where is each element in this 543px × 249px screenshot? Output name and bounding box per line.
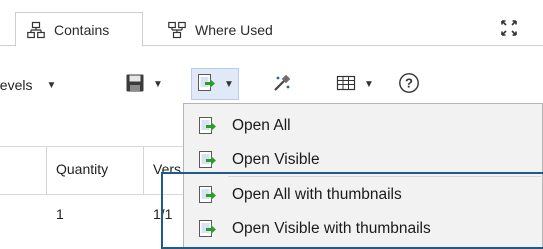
chevron-down-icon: ▼ — [364, 78, 374, 90]
open-document-icon — [196, 73, 216, 96]
menu-item-label: Open All with thumbnails — [232, 186, 402, 203]
open-document-icon — [196, 218, 218, 240]
help-icon: ? — [398, 72, 420, 97]
column-divider[interactable] — [46, 147, 47, 195]
menu-item-open-all[interactable]: Open All — [184, 109, 543, 143]
tab-contains-label: Contains — [54, 21, 110, 38]
tools-wand-icon — [272, 73, 292, 96]
tab-where-used[interactable]: Where Used — [157, 12, 327, 47]
cell-version: 1/1 — [153, 206, 173, 222]
tab-strip: Contains Where Used — [0, 0, 543, 47]
menu-separator — [228, 176, 543, 177]
open-document-icon — [196, 149, 218, 171]
chevron-down-icon: ▼ — [46, 79, 57, 91]
column-header-version[interactable]: Vers — [153, 161, 181, 177]
column-header-quantity[interactable]: Quantity — [56, 161, 108, 177]
where-used-hierarchy-icon — [167, 20, 187, 40]
table-view-icon — [336, 73, 356, 96]
levels-dropdown[interactable]: Levels ▼ — [0, 73, 56, 97]
svg-text:?: ? — [405, 75, 413, 90]
menu-item-open-visible[interactable]: Open Visible — [184, 143, 543, 177]
save-button[interactable]: ▼ — [125, 69, 163, 99]
expand-panel-icon[interactable] — [499, 18, 519, 38]
chevron-down-icon: ▼ — [224, 78, 234, 90]
tools-button[interactable] — [272, 69, 292, 99]
menu-item-open-visible-with-thumbnails[interactable]: Open Visible with thumbnails — [184, 212, 543, 246]
menu-item-label: Open Visible with thumbnails — [232, 220, 431, 237]
contains-hierarchy-icon — [26, 20, 46, 40]
open-document-icon — [196, 115, 218, 137]
tab-contains[interactable]: Contains — [15, 12, 143, 47]
menu-item-label: Open All — [232, 117, 291, 134]
levels-label: Levels — [0, 77, 33, 93]
save-icon — [125, 73, 145, 96]
chevron-down-icon: ▼ — [153, 78, 163, 90]
tab-where-used-label: Where Used — [195, 21, 273, 38]
open-dropdown-menu: Open All Open Visible Open All with thum… — [183, 103, 543, 249]
cell-quantity: 1 — [56, 206, 64, 222]
menu-item-open-all-with-thumbnails[interactable]: Open All with thumbnails — [184, 178, 543, 212]
column-divider[interactable] — [143, 147, 144, 195]
open-document-icon — [196, 184, 218, 206]
table-view-button[interactable]: ▼ — [336, 69, 374, 99]
help-button[interactable]: ? — [398, 69, 420, 99]
menu-item-label: Open Visible — [232, 151, 320, 168]
open-dropdown-button[interactable]: ▼ — [191, 68, 239, 100]
